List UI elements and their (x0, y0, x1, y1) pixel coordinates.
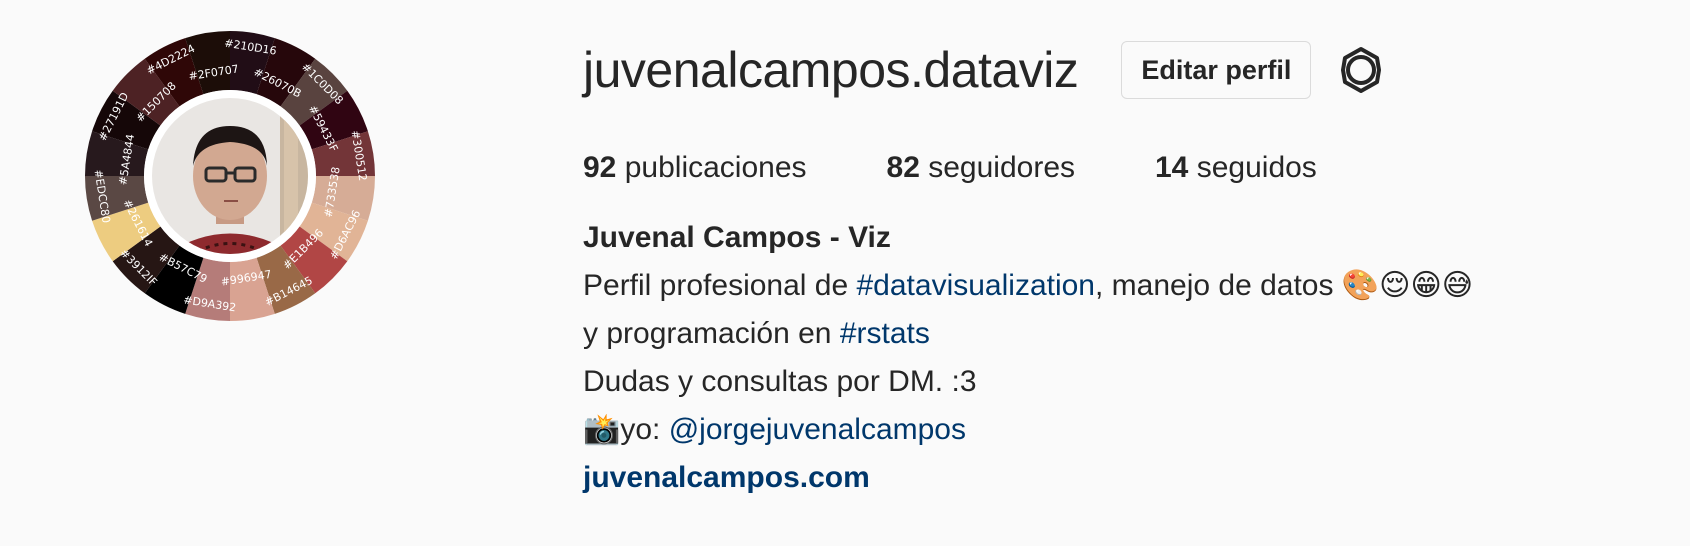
avatar-ring-graphic: #210D16#26070B#1C0D08#59433F#300512#7335… (85, 31, 375, 321)
bio-line-1-prefix: Perfil profesional de (583, 269, 857, 302)
followers-stat[interactable]: 82 seguidores (887, 151, 1075, 185)
bio-line-2-prefix: y programación en (583, 317, 840, 350)
posts-label: publicaciones (624, 151, 807, 184)
followers-label: seguidores (928, 151, 1075, 184)
profile-title-row: juvenalcampos.dataviz Editar perfil (583, 28, 1663, 112)
hashtag-link-rstats[interactable]: #rstats (840, 317, 930, 350)
posts-stat: 92 publicaciones (583, 151, 807, 185)
following-count: 14 (1155, 151, 1189, 184)
followers-count: 82 (886, 151, 920, 184)
edit-profile-button[interactable]: Editar perfil (1121, 41, 1312, 99)
mention-link[interactable]: @jorgejuvenalcampos (669, 413, 966, 446)
bio-line-4-prefix: yo: (620, 413, 669, 446)
username: juvenalcampos.dataviz (583, 42, 1079, 98)
posts-count: 92 (583, 151, 617, 184)
profile-avatar[interactable]: #210D16 #26070B #1C0D08 #59433F #300512 #7335… (80, 26, 380, 326)
gear-icon (1341, 47, 1382, 93)
bio-line-1-suffix: , manejo de datos (1095, 269, 1342, 302)
bio-line-2: y programación en #rstats (583, 310, 1663, 358)
website-link[interactable]: juvenalcampos.com (583, 461, 870, 494)
bio-emojis: 🎨😌😁😅 (1341, 268, 1474, 303)
hashtag-link-datavisualization[interactable]: #datavisualization (857, 269, 1096, 302)
bio-line-1: Perfil profesional de #datavisualization… (583, 262, 1663, 310)
bio-website-row: juvenalcampos.com (583, 454, 1663, 502)
profile-header: #210D16 #26070B #1C0D08 #59433F #300512 #7335… (0, 0, 1690, 546)
bio-line-4: 📸yo: @jorgejuvenalcampos (583, 406, 1663, 454)
profile-bio: Juvenal Campos - Viz Perfil profesional … (583, 214, 1663, 502)
camera-flash-icon: 📸 (583, 412, 621, 447)
following-label: seguidos (1196, 151, 1317, 184)
bio-line-3: Dudas y consultas por DM. :3 (583, 365, 977, 398)
profile-info: juvenalcampos.dataviz Editar perfil 92 p… (583, 28, 1663, 502)
profile-stats: 92 publicaciones 82 seguidores 14 seguid… (583, 140, 1663, 196)
display-name: Juvenal Campos - Viz (583, 221, 891, 254)
settings-button[interactable] (1335, 44, 1387, 96)
following-stat[interactable]: 14 seguidos (1155, 151, 1317, 185)
